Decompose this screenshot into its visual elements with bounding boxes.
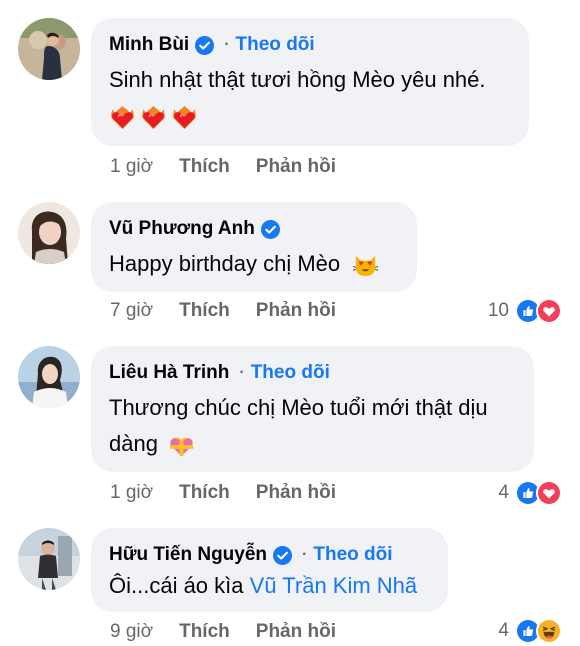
separator-dot: ·: [302, 546, 308, 563]
follow-button[interactable]: Theo dõi: [236, 34, 315, 56]
reply-button[interactable]: Phản hồi: [256, 482, 336, 504]
reply-button[interactable]: Phản hồi: [256, 300, 336, 322]
burning-heart-icon: [140, 104, 167, 131]
reaction-count: 4: [498, 482, 509, 503]
follow-button[interactable]: Theo dõi: [251, 362, 330, 384]
follow-button[interactable]: Theo dõi: [313, 544, 392, 566]
comment-actions: 1 giờ Thích Phản hồi: [110, 154, 336, 180]
separator-dot: ·: [239, 364, 245, 381]
mention-link[interactable]: Vũ Trần Kim Nhã: [250, 573, 418, 598]
comment-text-word: dàng: [109, 431, 158, 456]
reaction-summary[interactable]: 4: [498, 478, 562, 508]
haha-reaction-icon: [536, 618, 562, 644]
avatar[interactable]: [18, 202, 80, 264]
love-reaction-icon: [536, 480, 562, 506]
comment-bubble: Liêu Hà Trinh · Theo dõi Thương chúc chị…: [91, 346, 534, 472]
burning-heart-icon: [109, 104, 136, 131]
reply-button[interactable]: Phản hồi: [256, 156, 336, 178]
verified-badge-icon: [273, 546, 292, 565]
avatar[interactable]: [18, 18, 80, 80]
like-button[interactable]: Thích: [179, 156, 230, 178]
timestamp[interactable]: 7 giờ: [110, 300, 153, 322]
heart-with-ribbon-icon: [168, 432, 195, 459]
timestamp[interactable]: 1 giờ: [110, 156, 153, 178]
avatar[interactable]: [18, 528, 80, 590]
reply-button[interactable]: Phản hồi: [256, 621, 336, 643]
like-button[interactable]: Thích: [179, 300, 230, 322]
verified-badge-icon: [261, 220, 280, 239]
verified-badge-icon: [195, 36, 214, 55]
heart-eyes-cat-icon: [352, 252, 379, 279]
comment-bubble: Minh Bùi · Theo dõi Sinh nhật thật tươi …: [91, 18, 529, 146]
comment-text: Sinh nhật thật tươi hồng Mèo yêu nhé.: [109, 67, 486, 92]
comment-text-content: Happy birthday chị Mèo: [109, 251, 341, 276]
like-button[interactable]: Thích: [179, 621, 230, 643]
author-name[interactable]: Vũ Phương Anh: [109, 218, 255, 240]
comment-text: Happy birthday chị Mèo: [109, 246, 399, 282]
reaction-summary[interactable]: 4: [498, 616, 562, 646]
timestamp[interactable]: 1 giờ: [110, 482, 153, 504]
timestamp[interactable]: 9 giờ: [110, 621, 153, 643]
comment-bubble: Vũ Phương Anh Happy birthday chị Mèo: [91, 202, 417, 292]
comment-text-line: Thương chúc chị Mèo tuổi mới thật dịu: [109, 395, 488, 420]
author-name[interactable]: Hữu Tiến Nguyễn: [109, 544, 267, 566]
reaction-summary[interactable]: 10: [488, 296, 562, 326]
like-button[interactable]: Thích: [179, 482, 230, 504]
reaction-count: 10: [487, 300, 509, 321]
comment-actions: 9 giờ Thích Phản hồi: [110, 619, 336, 645]
avatar[interactable]: [18, 346, 80, 408]
reaction-count: 4: [498, 620, 509, 641]
author-name[interactable]: Liêu Hà Trinh: [109, 362, 229, 384]
comment-bubble: Hữu Tiến Nguyễn · Theo dõi Ôi...cái áo k…: [91, 528, 448, 612]
love-reaction-icon: [536, 298, 562, 324]
emoji-row: [109, 100, 511, 134]
comment-actions: 1 giờ Thích Phản hồi: [110, 480, 336, 506]
burning-heart-icon: [171, 104, 198, 131]
author-name[interactable]: Minh Bùi: [109, 34, 189, 56]
comment-text-line-2: dàng: [109, 426, 516, 462]
comment-text: Ôi...cái áo kìa Vũ Trần Kim Nhã: [109, 568, 430, 604]
comment-text: Thương chúc chị Mèo tuổi mới thật dịu dà…: [109, 390, 516, 462]
comment-text-content: Ôi...cái áo kìa: [109, 573, 244, 598]
separator-dot: ·: [224, 36, 230, 53]
comment-actions: 7 giờ Thích Phản hồi: [110, 298, 336, 324]
